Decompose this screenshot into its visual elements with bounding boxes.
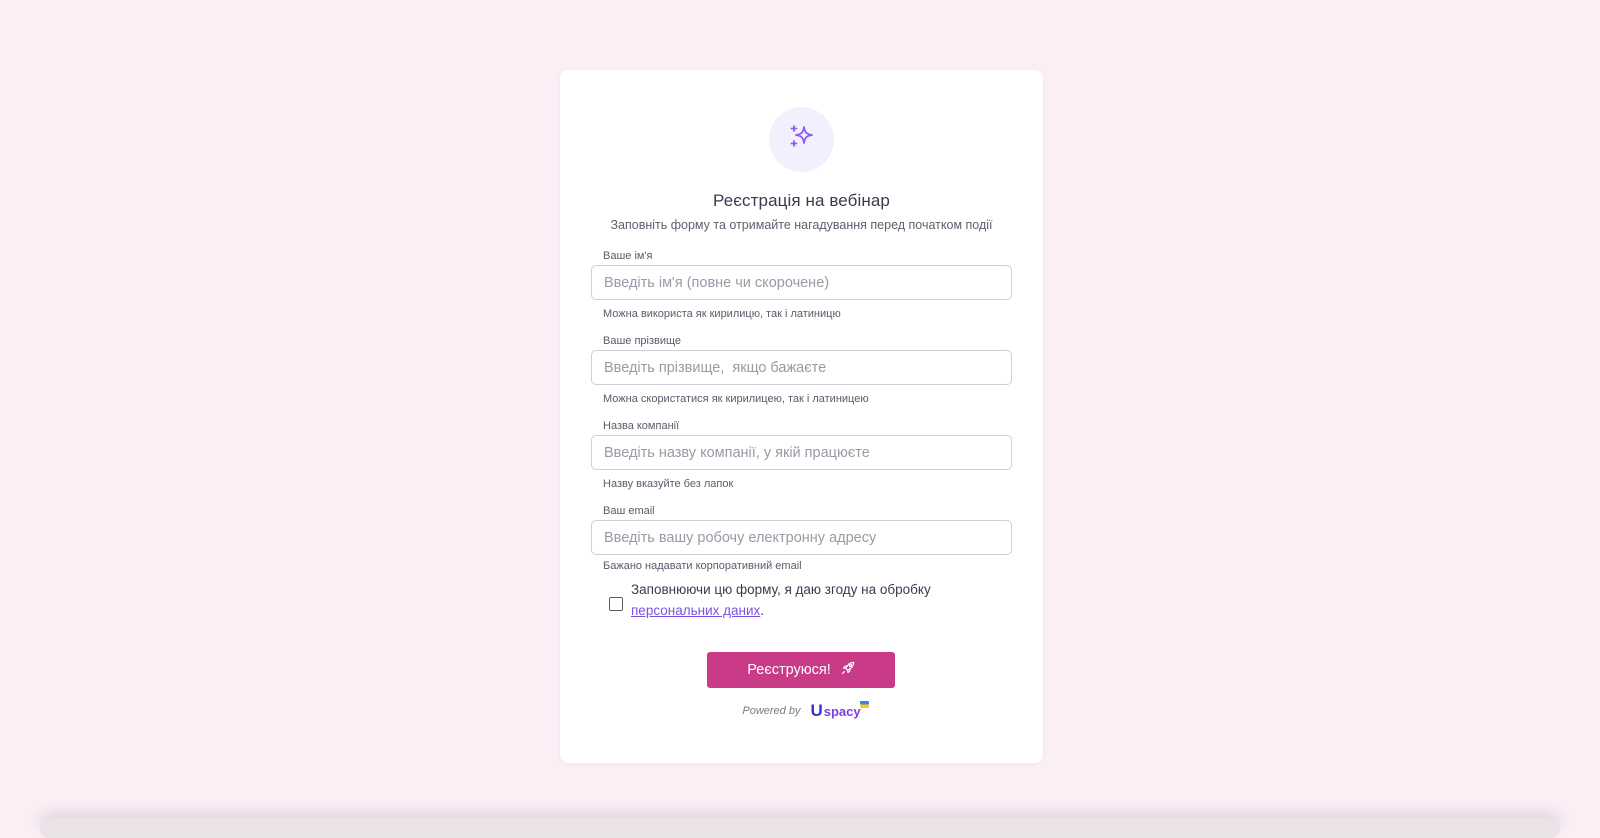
first-name-hint: Можна використа як кирилицю, так і латин… — [603, 308, 841, 320]
last-name-hint: Можна скористатися як кирилицею, так і л… — [603, 393, 869, 405]
last-name-label: Ваше прізвище — [603, 335, 682, 347]
company-input[interactable] — [591, 435, 1012, 470]
personal-data-link[interactable]: персональних даних — [631, 603, 760, 618]
form-title: Реєстрація на вебінар — [713, 191, 890, 210]
uspacy-logo[interactable]: U spacy — [810, 701, 869, 720]
consent-checkbox[interactable] — [609, 597, 623, 611]
register-button[interactable]: Реєструюся! — [707, 652, 895, 688]
consent-suffix: . — [760, 603, 765, 618]
register-button-label: Реєструюся! — [747, 662, 831, 678]
email-label: Ваш email — [603, 505, 655, 517]
logo-mark: U — [810, 701, 823, 720]
company-hint: Назву вказуйте без лапок — [603, 478, 734, 490]
bottom-shadow — [40, 818, 1560, 838]
consent-statement: Заповнюючи цю форму, я даю згоду на обро… — [631, 582, 931, 597]
first-name-input[interactable] — [591, 265, 1012, 300]
form-subtitle: Заповніть форму та отримайте нагадування… — [610, 218, 993, 232]
last-name-input[interactable] — [591, 350, 1012, 385]
consent-text: Заповнюючи цю форму, я даю згоду на обро… — [631, 579, 991, 621]
header-icon-circle — [769, 107, 834, 172]
powered-by-label: Powered by — [742, 704, 801, 717]
rocket-icon — [841, 661, 855, 679]
company-label: Назва компанії — [603, 420, 680, 432]
registration-card: Реєстрація на вебінар Заповніть форму та… — [560, 70, 1043, 763]
ukraine-flag-icon — [859, 695, 869, 708]
first-name-label: Ваше ім'я — [603, 250, 653, 262]
powered-by: Powered by U spacy — [560, 701, 1043, 720]
email-hint: Бажано надавати корпоративний email — [603, 560, 802, 572]
logo-text: spacy — [823, 704, 861, 719]
email-input[interactable] — [591, 520, 1012, 555]
sparkles-icon — [787, 122, 817, 157]
